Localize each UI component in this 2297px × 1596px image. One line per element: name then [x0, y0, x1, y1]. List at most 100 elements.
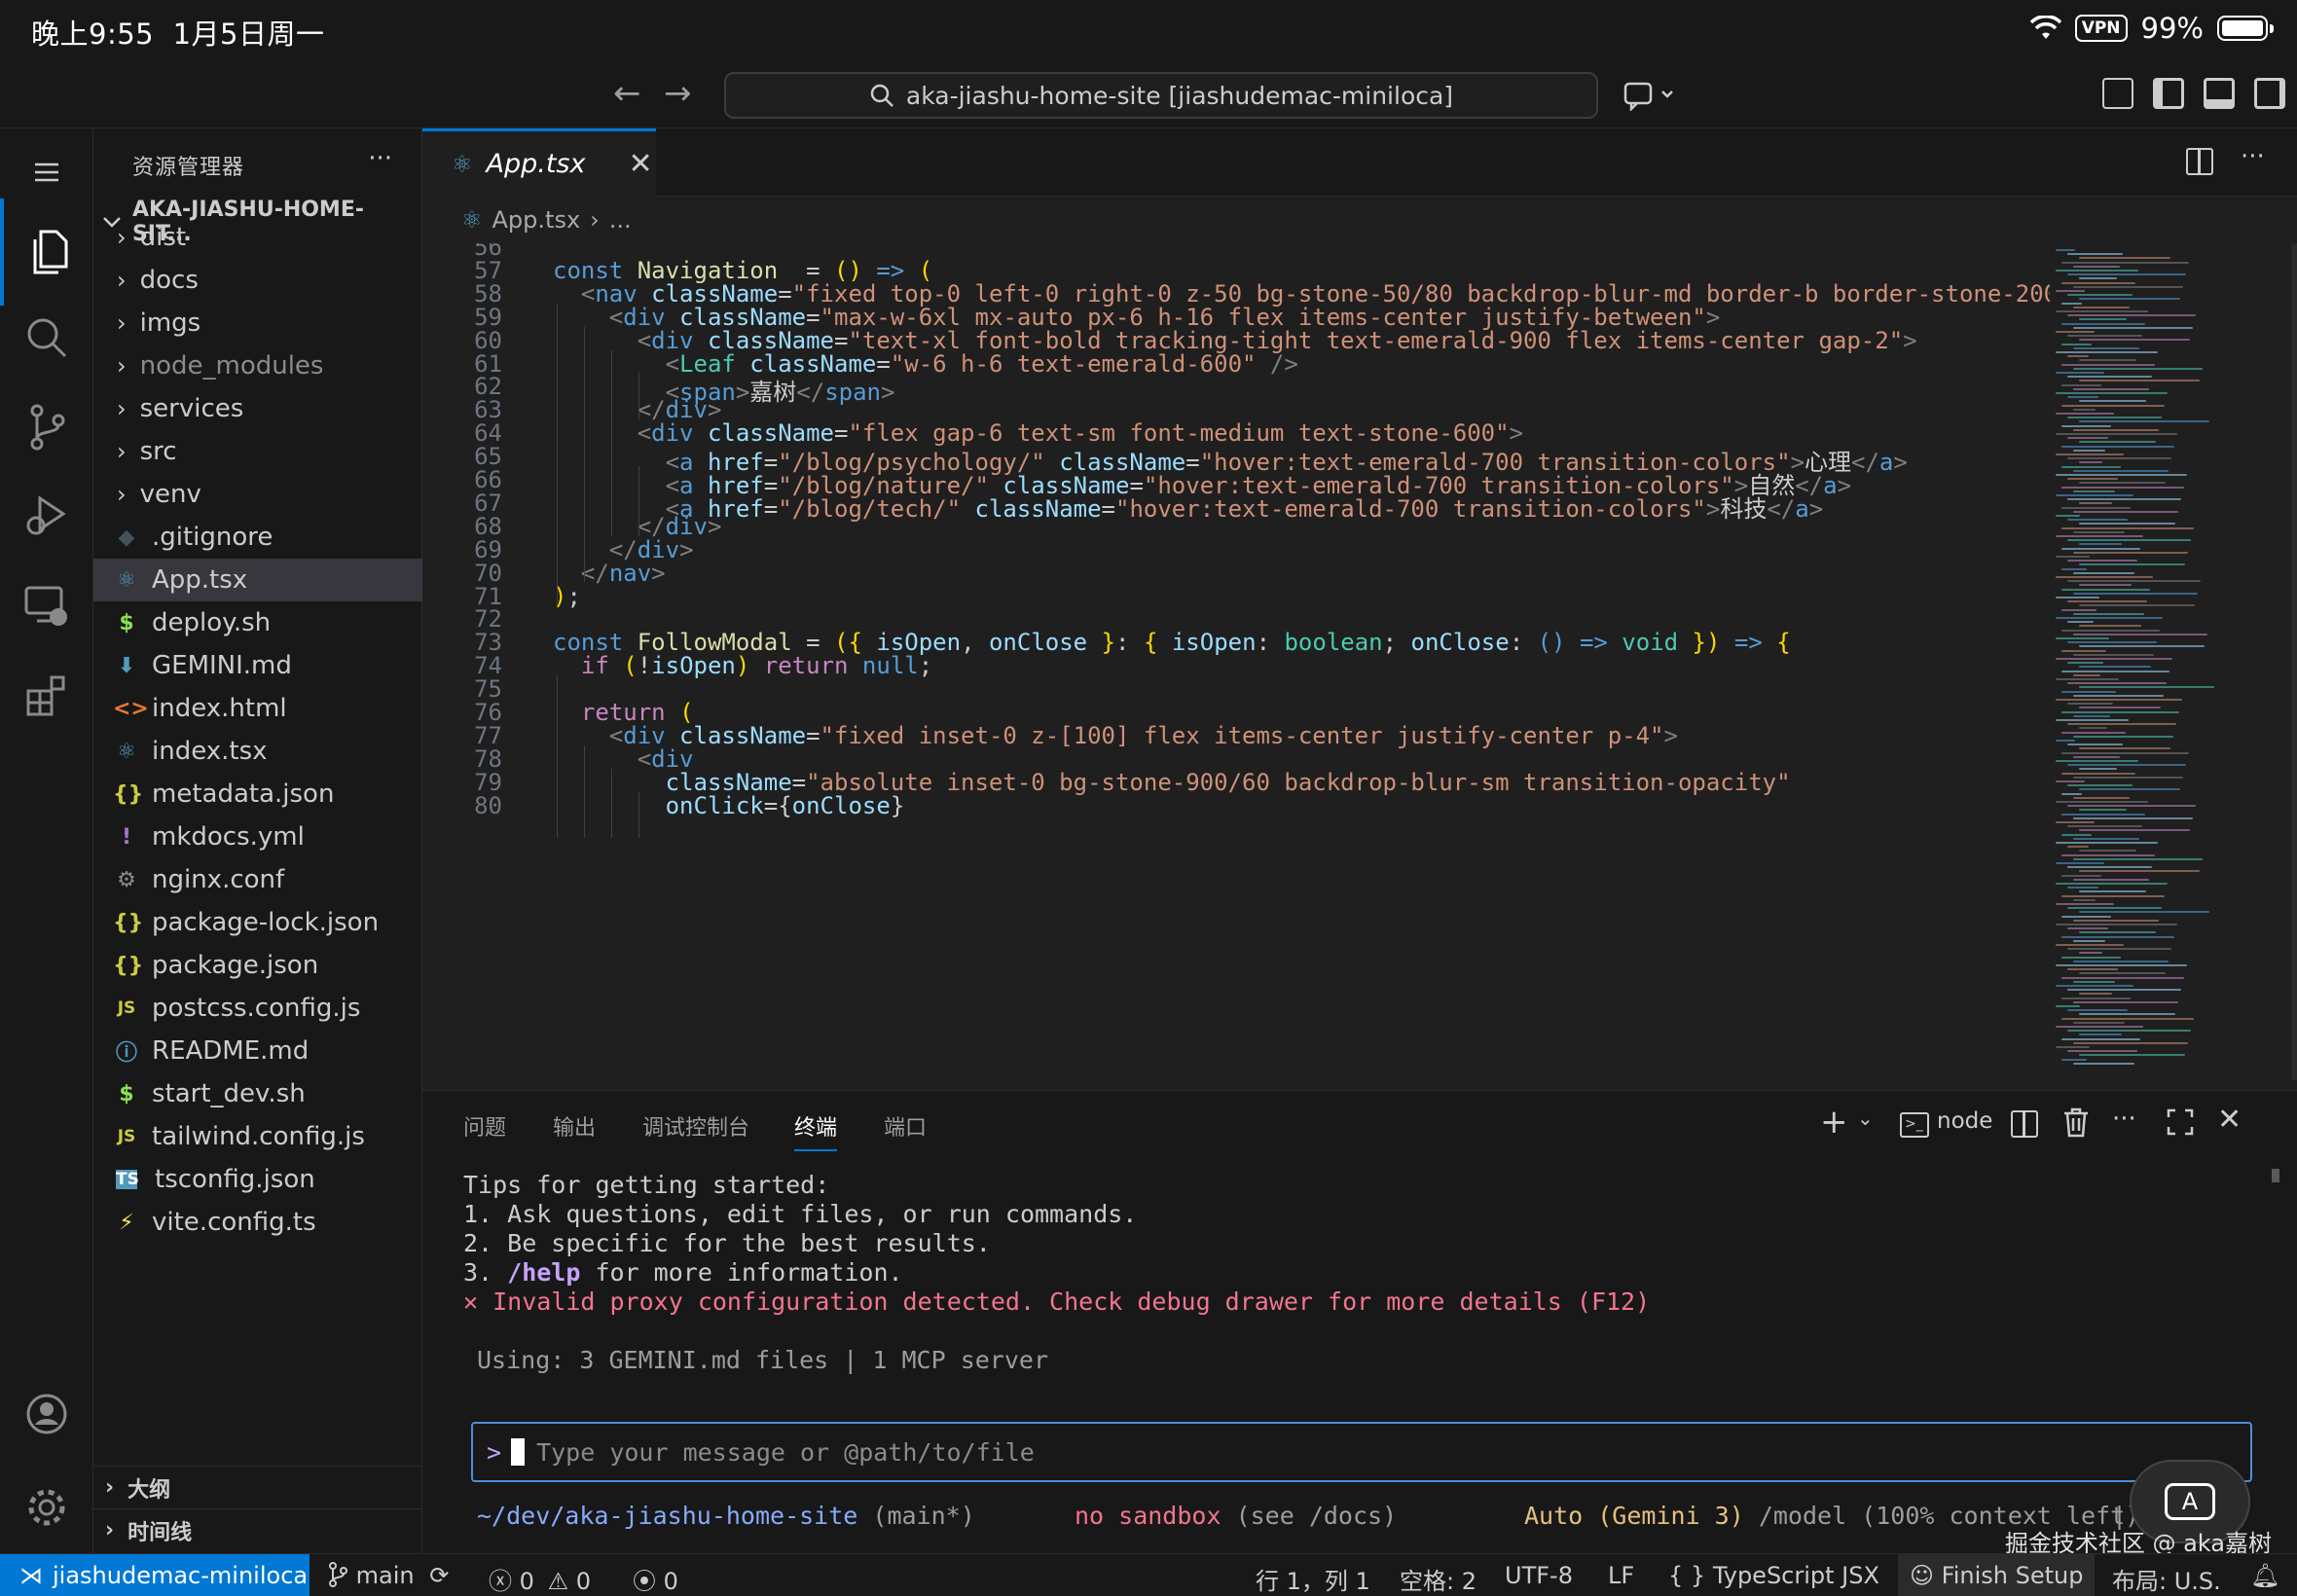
- chevron-down-icon[interactable]: ⌄: [1857, 1106, 1874, 1130]
- settings-gear-icon[interactable]: [0, 1464, 93, 1551]
- remote-host: jiashudemac-miniloca: [53, 1562, 309, 1589]
- tab-problems[interactable]: 问题: [463, 1110, 506, 1142]
- close-icon[interactable]: ✕: [628, 147, 652, 181]
- command-center[interactable]: aka-jiashu-home-site [jiashudemac-minilo…: [724, 72, 1598, 119]
- minimap-line: [2061, 261, 2189, 264]
- file-item[interactable]: ◆ .gitignore: [93, 516, 422, 559]
- tab-app-tsx[interactable]: ⚛ App.tsx ✕: [422, 128, 656, 197]
- minimap-line: [2061, 506, 2131, 509]
- folder-item[interactable]: › docs: [93, 259, 422, 302]
- trash-icon[interactable]: [2061, 1106, 2091, 1138]
- minimap-line: [2079, 686, 2214, 689]
- minimap-line: [2056, 699, 2182, 701]
- search-icon[interactable]: [0, 294, 93, 381]
- minimap-line: [2061, 608, 2096, 611]
- remote-explorer-icon[interactable]: [0, 562, 93, 650]
- folder-item[interactable]: › imgs: [93, 302, 422, 345]
- input-placeholder: Type your message or @path/to/file: [536, 1437, 1035, 1467]
- more-actions-icon[interactable]: ···: [2112, 1105, 2136, 1134]
- git-branch-status[interactable]: main ⟳: [327, 1562, 449, 1589]
- folder-item[interactable]: › venv: [93, 473, 422, 516]
- minimap-line: [2067, 396, 2098, 399]
- code-editor[interactable]: 56 57 const Navigation = () => (58 <nav cl…: [422, 243, 2050, 1090]
- folder-item[interactable]: › src: [93, 430, 422, 473]
- file-item[interactable]: ⚙ nginx.conf: [93, 858, 422, 901]
- back-arrow-icon[interactable]: ←: [613, 74, 641, 113]
- minimap-line: [2056, 883, 2168, 885]
- close-panel-icon[interactable]: ✕: [2217, 1103, 2242, 1137]
- copilot-chat-icon[interactable]: [1623, 80, 1678, 111]
- toggle-panel-icon[interactable]: [2204, 78, 2235, 109]
- maximize-icon[interactable]: [2167, 1108, 2194, 1136]
- minimap-line: [2073, 346, 2139, 349]
- toggle-primary-sidebar-icon[interactable]: [2153, 78, 2184, 109]
- file-item[interactable]: <> index.html: [93, 687, 422, 730]
- tab-output[interactable]: 输出: [553, 1110, 596, 1142]
- tab-debug-console[interactable]: 调试控制台: [642, 1110, 749, 1142]
- terminal-name[interactable]: node: [1937, 1108, 1992, 1134]
- forward-arrow-icon[interactable]: →: [664, 74, 692, 113]
- more-actions-icon[interactable]: ···: [2241, 142, 2265, 171]
- file-item[interactable]: $ start_dev.sh: [93, 1072, 422, 1115]
- file-item[interactable]: TS tsconfig.json: [93, 1158, 422, 1201]
- file-item[interactable]: {} package.json: [93, 944, 422, 987]
- finish-setup-button[interactable]: ☺ Finish Setup: [1898, 1554, 2096, 1596]
- file-item[interactable]: ⚡ vite.config.ts: [93, 1201, 422, 1244]
- explorer-icon[interactable]: [0, 199, 93, 306]
- language-mode[interactable]: { } TypeScript JSX: [1668, 1562, 1879, 1589]
- dollar-icon: $: [119, 610, 134, 635]
- toggle-secondary-sidebar-icon[interactable]: [2254, 78, 2285, 109]
- split-editor-icon[interactable]: [2186, 148, 2213, 175]
- file-item[interactable]: JS postcss.config.js: [93, 987, 422, 1030]
- branch-icon: [329, 1562, 347, 1587]
- minimap-line: [2061, 567, 2087, 570]
- bell-icon[interactable]: 🔔︎: [2250, 1562, 2279, 1589]
- extensions-icon[interactable]: [0, 652, 93, 740]
- customize-layout-icon[interactable]: [2102, 78, 2133, 109]
- indent-guide: [638, 791, 639, 839]
- minimap-line: [2056, 637, 2109, 639]
- file-item[interactable]: $ deploy.sh: [93, 601, 422, 644]
- source-control-icon[interactable]: [0, 383, 93, 471]
- new-terminal-plus-icon[interactable]: +: [1820, 1103, 1848, 1142]
- encoding[interactable]: UTF-8: [1505, 1562, 1573, 1589]
- file-item[interactable]: ⓘ README.md: [93, 1030, 422, 1072]
- file-item[interactable]: JS tailwind.config.js: [93, 1115, 422, 1158]
- terminal-scrollbar[interactable]: [2272, 1169, 2279, 1432]
- chevron-right-icon: ›: [117, 309, 127, 337]
- run-debug-icon[interactable]: [0, 471, 93, 559]
- cursor-position[interactable]: 行 1，列 1: [1256, 1562, 1370, 1596]
- minimap-line: [2073, 592, 2198, 595]
- file-item[interactable]: ⚛ index.tsx: [93, 730, 422, 773]
- problems-status[interactable]: ⓧ 0 ⚠ 0: [489, 1562, 591, 1596]
- minimap[interactable]: [2050, 243, 2297, 1090]
- outline-section[interactable]: › 大纲: [93, 1466, 422, 1508]
- folder-item[interactable]: › node_modules: [93, 345, 422, 387]
- folder-item[interactable]: › services: [93, 387, 422, 430]
- more-actions-icon[interactable]: ···: [368, 144, 392, 173]
- file-item[interactable]: ⬇ GEMINI.md: [93, 644, 422, 687]
- tab-terminal[interactable]: 终端: [794, 1110, 838, 1151]
- breadcrumb-more[interactable]: ...: [609, 206, 632, 234]
- tab-ports[interactable]: 端口: [884, 1110, 927, 1142]
- remote-indicator[interactable]: ⋊ jiashudemac-miniloca: [0, 1554, 310, 1596]
- message-input[interactable]: > Type your message or @path/to/file: [471, 1422, 2252, 1482]
- tree-item-label: imgs: [139, 308, 201, 338]
- breadcrumb-file[interactable]: App.tsx: [492, 206, 581, 234]
- indentation[interactable]: 空格: 2: [1400, 1562, 1477, 1596]
- accounts-icon[interactable]: [0, 1370, 93, 1458]
- file-item[interactable]: {} metadata.json: [93, 773, 422, 816]
- minimap-line: [2056, 535, 2143, 537]
- minimap-line: [2073, 694, 2164, 697]
- tree-item-label: start_dev.sh: [152, 1079, 306, 1108]
- end-of-line[interactable]: LF: [1608, 1562, 1634, 1589]
- file-item[interactable]: ⚛ App.tsx: [93, 559, 422, 601]
- keyboard-layout[interactable]: 布局: U.S.: [2112, 1562, 2221, 1596]
- ports-status[interactable]: ⦿ 0: [633, 1562, 678, 1596]
- folder-item[interactable]: › dist: [93, 216, 422, 259]
- timeline-section[interactable]: › 时间线: [93, 1508, 422, 1551]
- file-item[interactable]: ! mkdocs.yml: [93, 816, 422, 858]
- text-cursor: [511, 1438, 526, 1466]
- split-terminal-icon[interactable]: [2011, 1110, 2038, 1138]
- file-item[interactable]: {} package-lock.json: [93, 901, 422, 944]
